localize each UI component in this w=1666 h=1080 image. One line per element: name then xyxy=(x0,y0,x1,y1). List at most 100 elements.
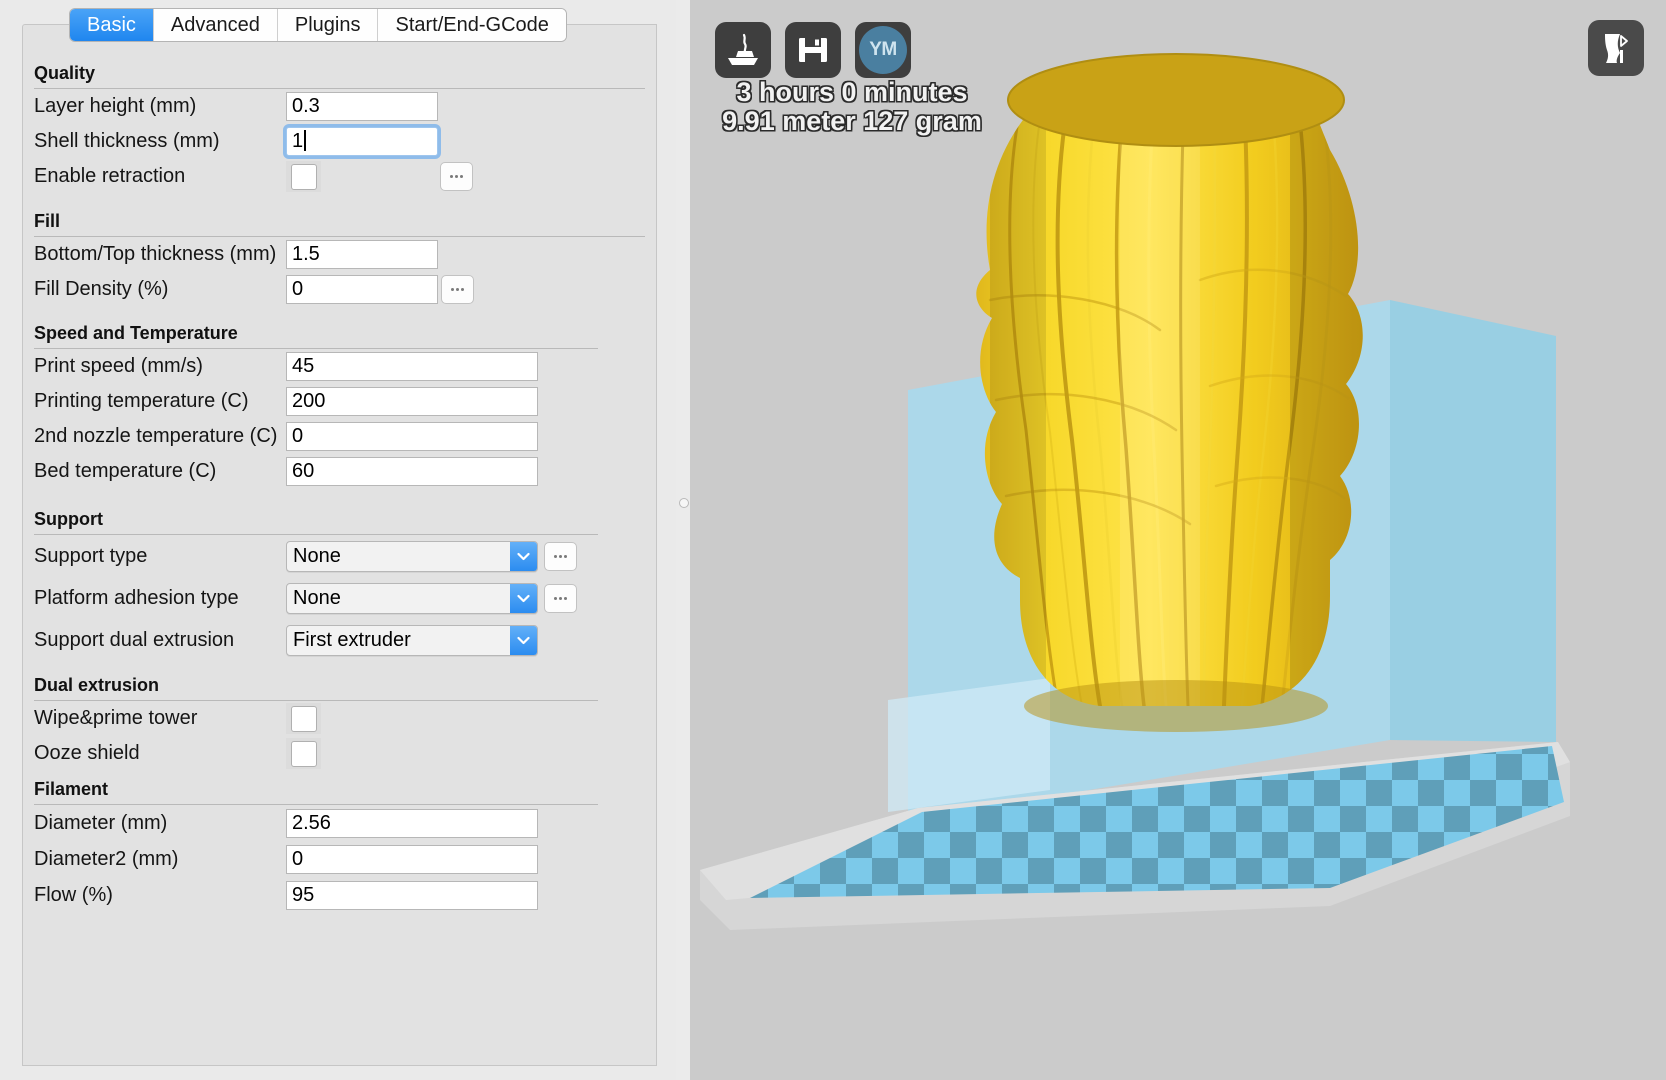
label-diameter2: Diameter2 (mm) xyxy=(34,848,286,871)
chevron-down-icon xyxy=(510,584,537,613)
group-title-speed-temperature: Speed and Temperature xyxy=(23,323,656,344)
group-title-fill: Fill xyxy=(23,211,656,232)
group-title-quality: Quality xyxy=(23,63,656,84)
input-fill-density[interactable]: 0 xyxy=(286,275,438,304)
input-bottom-top-thickness[interactable]: 1.5 xyxy=(286,240,438,269)
group-title-dual-extrusion: Dual extrusion xyxy=(23,675,656,696)
dropdown-support-type[interactable]: None xyxy=(286,541,538,572)
settings-panel: Basic Advanced Plugins Start/End-GCode Q… xyxy=(0,0,676,1080)
input-printing-temperature[interactable]: 200 xyxy=(286,387,538,416)
print-stats: 3 hours 0 minutes 9.91 meter 127 gram xyxy=(690,78,1022,136)
group-speed-temperature: Speed and Temperature Print speed (mm/s)… xyxy=(23,323,656,489)
input-second-nozzle-temperature[interactable]: 0 xyxy=(286,422,538,451)
row-diameter: Diameter (mm) 2.56 xyxy=(23,805,656,841)
tab-advanced[interactable]: Advanced xyxy=(154,9,278,41)
load-model-button[interactable] xyxy=(715,22,771,78)
label-platform-adhesion-type: Platform adhesion type xyxy=(34,587,286,610)
label-ooze-shield: Ooze shield xyxy=(34,742,286,765)
splitter-handle[interactable] xyxy=(679,498,689,508)
row-diameter2: Diameter2 (mm) 0 xyxy=(23,841,656,877)
panel-splitter[interactable] xyxy=(676,0,690,1080)
stats-material: 9.91 meter 127 gram xyxy=(690,107,1022,136)
label-print-speed: Print speed (mm/s) xyxy=(34,355,286,378)
input-shell-thickness[interactable]: 1 xyxy=(286,127,438,156)
dropdown-support-type-value: None xyxy=(287,545,510,568)
dropdown-platform-adhesion-value: None xyxy=(287,587,510,610)
chevron-down-icon xyxy=(510,626,537,655)
checkbox-wipe-prime-tower[interactable] xyxy=(286,703,321,734)
chevron-down-icon xyxy=(510,542,537,571)
label-flow: Flow (%) xyxy=(34,884,286,907)
checkbox-box xyxy=(291,706,317,732)
group-title-support: Support xyxy=(23,509,656,530)
dropdown-support-dual-extrusion[interactable]: First extruder xyxy=(286,625,538,656)
row-support-type: Support type None xyxy=(23,535,656,577)
platform-adhesion-options-button[interactable] xyxy=(544,584,577,613)
save-floppy-icon xyxy=(796,33,830,67)
checkbox-ooze-shield[interactable] xyxy=(286,738,321,769)
group-fill: Fill Bottom/Top thickness (mm) 1.5 Fill … xyxy=(23,211,656,307)
group-support: Support Support type None Platform adhes… xyxy=(23,509,656,661)
dropdown-support-dual-value: First extruder xyxy=(287,629,510,652)
checkbox-enable-retraction[interactable] xyxy=(286,161,321,192)
row-printing-temperature: Printing temperature (C) 200 xyxy=(23,384,656,419)
input-layer-height[interactable]: 0.3 xyxy=(286,92,438,121)
input-bed-temperature[interactable]: 60 xyxy=(286,457,538,486)
group-dual-extrusion: Dual extrusion Wipe&prime tower Ooze shi… xyxy=(23,675,656,771)
input-diameter2[interactable]: 0 xyxy=(286,845,538,874)
label-bed-temperature: Bed temperature (C) xyxy=(34,460,286,483)
stats-time: 3 hours 0 minutes xyxy=(690,78,1022,107)
view-mode-vase-icon xyxy=(1596,28,1636,68)
row-fill-density: Fill Density (%) 0 xyxy=(23,272,656,307)
load-model-icon xyxy=(724,33,762,67)
label-shell-thickness: Shell thickness (mm) xyxy=(34,130,286,153)
row-support-dual-extrusion: Support dual extrusion First extruder xyxy=(23,619,656,661)
view-mode-button[interactable] xyxy=(1588,20,1644,76)
3d-scene: u xyxy=(690,0,1666,1080)
settings-tabbar: Basic Advanced Plugins Start/End-GCode xyxy=(70,9,566,41)
label-wipe-prime-tower: Wipe&prime tower xyxy=(34,707,286,730)
row-second-nozzle-temperature: 2nd nozzle temperature (C) 0 xyxy=(23,419,656,454)
row-ooze-shield: Ooze shield xyxy=(23,736,656,771)
save-button[interactable] xyxy=(785,22,841,78)
input-diameter[interactable]: 2.56 xyxy=(286,809,538,838)
row-wipe-prime-tower: Wipe&prime tower xyxy=(23,701,656,736)
row-enable-retraction: Enable retraction xyxy=(23,159,656,194)
label-support-type: Support type xyxy=(34,545,286,568)
model-vase xyxy=(976,54,1370,732)
row-layer-height: Layer height (mm) 0.3 xyxy=(23,89,656,124)
label-enable-retraction: Enable retraction xyxy=(34,165,286,188)
group-title-filament: Filament xyxy=(23,779,656,800)
ym-badge-button[interactable]: YM xyxy=(855,22,911,78)
group-filament: Filament Diameter (mm) 2.56 Diameter2 (m… xyxy=(23,779,656,913)
label-printing-temperature: Printing temperature (C) xyxy=(34,390,286,413)
cura-window: Basic Advanced Plugins Start/End-GCode Q… xyxy=(0,0,1666,1080)
row-shell-thickness: Shell thickness (mm) 1 xyxy=(23,124,656,159)
checkbox-box xyxy=(291,741,317,767)
input-print-speed[interactable]: 45 xyxy=(286,352,538,381)
label-support-dual-extrusion: Support dual extrusion xyxy=(34,629,286,652)
settings-panel-body: Quality Layer height (mm) 0.3 Shell thic… xyxy=(22,24,657,1066)
row-bottom-top-thickness: Bottom/Top thickness (mm) 1.5 xyxy=(23,237,656,272)
support-type-options-button[interactable] xyxy=(544,542,577,571)
row-bed-temperature: Bed temperature (C) 60 xyxy=(23,454,656,489)
label-second-nozzle-temperature: 2nd nozzle temperature (C) xyxy=(34,425,286,448)
input-flow[interactable]: 95 xyxy=(286,881,538,910)
ym-label: YM xyxy=(859,26,907,74)
dropdown-platform-adhesion-type[interactable]: None xyxy=(286,583,538,614)
row-print-speed: Print speed (mm/s) 45 xyxy=(23,349,656,384)
tab-plugins[interactable]: Plugins xyxy=(278,9,379,41)
tab-start-end-gcode[interactable]: Start/End-GCode xyxy=(378,9,565,41)
fill-density-options-button[interactable] xyxy=(441,275,474,304)
input-shell-thickness-text: 1 xyxy=(292,130,303,152)
group-quality: Quality Layer height (mm) 0.3 Shell thic… xyxy=(23,63,656,194)
3d-viewport[interactable]: u xyxy=(690,0,1666,1080)
text-cursor xyxy=(304,130,306,151)
label-fill-density: Fill Density (%) xyxy=(34,278,286,301)
row-flow: Flow (%) 95 xyxy=(23,877,656,913)
checkbox-box xyxy=(291,164,317,190)
retraction-options-button[interactable] xyxy=(440,162,473,191)
label-diameter: Diameter (mm) xyxy=(34,812,286,835)
label-bottom-top-thickness: Bottom/Top thickness (mm) xyxy=(34,243,286,266)
tab-basic[interactable]: Basic xyxy=(70,9,154,41)
